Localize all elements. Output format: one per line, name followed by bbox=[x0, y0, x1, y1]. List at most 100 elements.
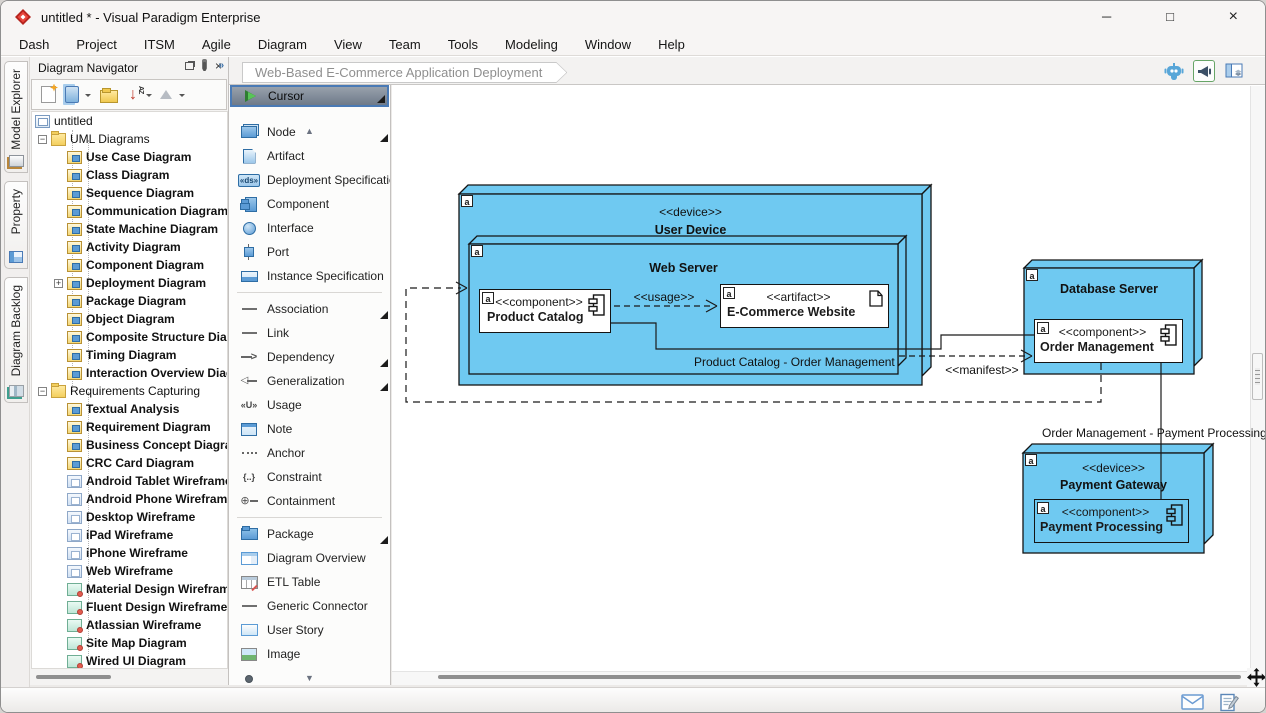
tree-item[interactable]: Requirement Diagram bbox=[32, 418, 227, 436]
palette-item[interactable]: Deployment Specification bbox=[229, 168, 390, 192]
tree-item[interactable]: Wired UI Diagram bbox=[32, 652, 227, 669]
new-diagram-button[interactable] bbox=[36, 83, 60, 107]
component-payment-processing[interactable]: a <<component>> Payment Processing bbox=[1034, 499, 1189, 543]
toolbar-overflow-icon[interactable]: » bbox=[218, 60, 224, 71]
palette-item[interactable]: Usage bbox=[229, 393, 390, 417]
pan-tool-icon[interactable] bbox=[1247, 668, 1266, 687]
tree-item[interactable]: Composite Structure Diagram bbox=[32, 328, 227, 346]
palette-item[interactable]: Constraint bbox=[229, 465, 390, 489]
web-server-name[interactable]: Web Server bbox=[469, 261, 898, 275]
sort-button[interactable] bbox=[121, 83, 145, 107]
ai-assistant-icon[interactable] bbox=[1163, 60, 1185, 82]
show-panel-icon[interactable] bbox=[1223, 60, 1245, 82]
tree-item[interactable]: − UML Diagrams bbox=[32, 130, 227, 148]
palette-item[interactable]: Generic Connector bbox=[229, 594, 390, 618]
tree-item[interactable]: Package Diagram bbox=[32, 292, 227, 310]
palette-item[interactable]: Component bbox=[229, 192, 390, 216]
messages-icon[interactable] bbox=[1181, 694, 1204, 713]
group-by-dropdown-icon[interactable] bbox=[84, 83, 93, 107]
user-device-name[interactable]: User Device bbox=[459, 223, 922, 237]
minimize-button[interactable]: ─ bbox=[1075, 1, 1138, 33]
tree-item[interactable]: Desktop Wireframe bbox=[32, 508, 227, 526]
palette-item[interactable]: Image bbox=[229, 642, 390, 666]
whats-new-icon[interactable] bbox=[1193, 60, 1215, 82]
tree-item[interactable]: CRC Card Diagram bbox=[32, 454, 227, 472]
breadcrumb[interactable]: Web-Based E-Commerce Application Deploym… bbox=[242, 62, 567, 83]
tree-item[interactable]: Atlassian Wireframe bbox=[32, 616, 227, 634]
palette-item[interactable] bbox=[229, 513, 390, 522]
open-project-button[interactable] bbox=[97, 83, 121, 107]
tree-item[interactable]: untitled bbox=[32, 112, 227, 130]
tree-item[interactable]: Communication Diagram bbox=[32, 202, 227, 220]
menu-item[interactable]: Agile bbox=[202, 37, 231, 52]
payment-gateway-name[interactable]: Payment Gateway bbox=[1023, 478, 1204, 492]
palette-item[interactable]: Diagram Overview bbox=[229, 546, 390, 570]
tab-model-explorer[interactable]: Model Explorer bbox=[4, 61, 28, 173]
palette-item[interactable]: Node bbox=[229, 120, 390, 144]
menu-item[interactable]: Dash bbox=[19, 37, 49, 52]
palette-item[interactable]: Dependency bbox=[229, 345, 390, 369]
tree-item[interactable]: Fluent Design Wireframe bbox=[32, 598, 227, 616]
palette-item[interactable]: Cursor bbox=[230, 85, 389, 107]
pin-panel-icon[interactable] bbox=[203, 62, 206, 71]
tree-expand-handle[interactable]: − bbox=[38, 135, 47, 144]
database-server-name[interactable]: Database Server bbox=[1024, 282, 1194, 296]
tree-item[interactable]: Component Diagram bbox=[32, 256, 227, 274]
palette-item[interactable]: Interface bbox=[229, 216, 390, 240]
palette-item[interactable]: Instance Specification bbox=[229, 264, 390, 288]
menu-item[interactable]: Help bbox=[658, 37, 685, 52]
tree-item[interactable]: State Machine Diagram bbox=[32, 220, 227, 238]
palette-item[interactable]: User Story bbox=[229, 618, 390, 642]
artifact-ecommerce-website[interactable]: a <<artifact>> E-Commerce Website bbox=[720, 284, 889, 328]
tree-expand-handle[interactable]: + bbox=[54, 279, 63, 288]
tree-item[interactable]: Android Tablet Wireframe bbox=[32, 472, 227, 490]
group-by-button[interactable] bbox=[60, 83, 84, 107]
tree-item[interactable]: − Requirements Capturing bbox=[32, 382, 227, 400]
menu-item[interactable]: Diagram bbox=[258, 37, 307, 52]
tree-item[interactable]: Timing Diagram bbox=[32, 346, 227, 364]
palette-item[interactable]: Anchor bbox=[229, 441, 390, 465]
tree-item[interactable]: Object Diagram bbox=[32, 310, 227, 328]
palette-item[interactable]: Containment bbox=[229, 489, 390, 513]
tab-property[interactable]: Property bbox=[4, 181, 28, 269]
canvas-horizontal-scrollbar-thumb[interactable] bbox=[438, 675, 1241, 679]
collapse-button[interactable] bbox=[154, 83, 178, 107]
menu-item[interactable]: Project bbox=[76, 37, 116, 52]
collapse-dropdown-icon[interactable] bbox=[178, 83, 187, 107]
component-product-catalog[interactable]: a <<component>> Product Catalog bbox=[479, 289, 611, 333]
menu-item[interactable]: Tools bbox=[448, 37, 478, 52]
menu-item[interactable]: Team bbox=[389, 37, 421, 52]
menu-item[interactable]: Modeling bbox=[505, 37, 558, 52]
palette-scroll-down[interactable]: ▼ bbox=[229, 672, 390, 685]
close-button[interactable]: × bbox=[1202, 1, 1265, 33]
component-order-management[interactable]: a <<component>> Order Management bbox=[1034, 319, 1183, 363]
maximize-button[interactable]: □ bbox=[1138, 1, 1201, 33]
menu-item[interactable]: ITSM bbox=[144, 37, 175, 52]
palette-item[interactable]: Artifact bbox=[229, 144, 390, 168]
menu-item[interactable]: View bbox=[334, 37, 362, 52]
palette-item[interactable]: Port bbox=[229, 240, 390, 264]
palette-item[interactable] bbox=[229, 288, 390, 297]
tree-item[interactable]: Class Diagram bbox=[32, 166, 227, 184]
tree-item[interactable]: Interaction Overview Diagram bbox=[32, 364, 227, 382]
sort-dropdown-icon[interactable] bbox=[145, 83, 154, 107]
float-panel-icon[interactable] bbox=[185, 62, 194, 70]
menu-item[interactable]: Window bbox=[585, 37, 631, 52]
release-notes-icon[interactable] bbox=[1220, 692, 1239, 713]
tree-horizontal-scrollbar[interactable] bbox=[36, 675, 111, 679]
palette-item[interactable]: ETL Table bbox=[229, 570, 390, 594]
tree-item[interactable]: Site Map Diagram bbox=[32, 634, 227, 652]
palette-item[interactable]: Link bbox=[229, 321, 390, 345]
tree-item[interactable]: Textual Analysis bbox=[32, 400, 227, 418]
palette-item[interactable]: Generalization bbox=[229, 369, 390, 393]
tree-item[interactable]: Material Design Wireframe bbox=[32, 580, 227, 598]
tree-item[interactable]: iPad Wireframe bbox=[32, 526, 227, 544]
tree-item[interactable]: Web Wireframe bbox=[32, 562, 227, 580]
palette-item[interactable]: Package bbox=[229, 522, 390, 546]
tree-item[interactable]: Sequence Diagram bbox=[32, 184, 227, 202]
tree-item[interactable]: Business Concept Diagram bbox=[32, 436, 227, 454]
palette-item[interactable]: ▲ bbox=[229, 107, 390, 120]
tree-item[interactable]: Activity Diagram bbox=[32, 238, 227, 256]
tree-expand-handle[interactable]: − bbox=[38, 387, 47, 396]
tree-item[interactable]: + Deployment Diagram bbox=[32, 274, 227, 292]
